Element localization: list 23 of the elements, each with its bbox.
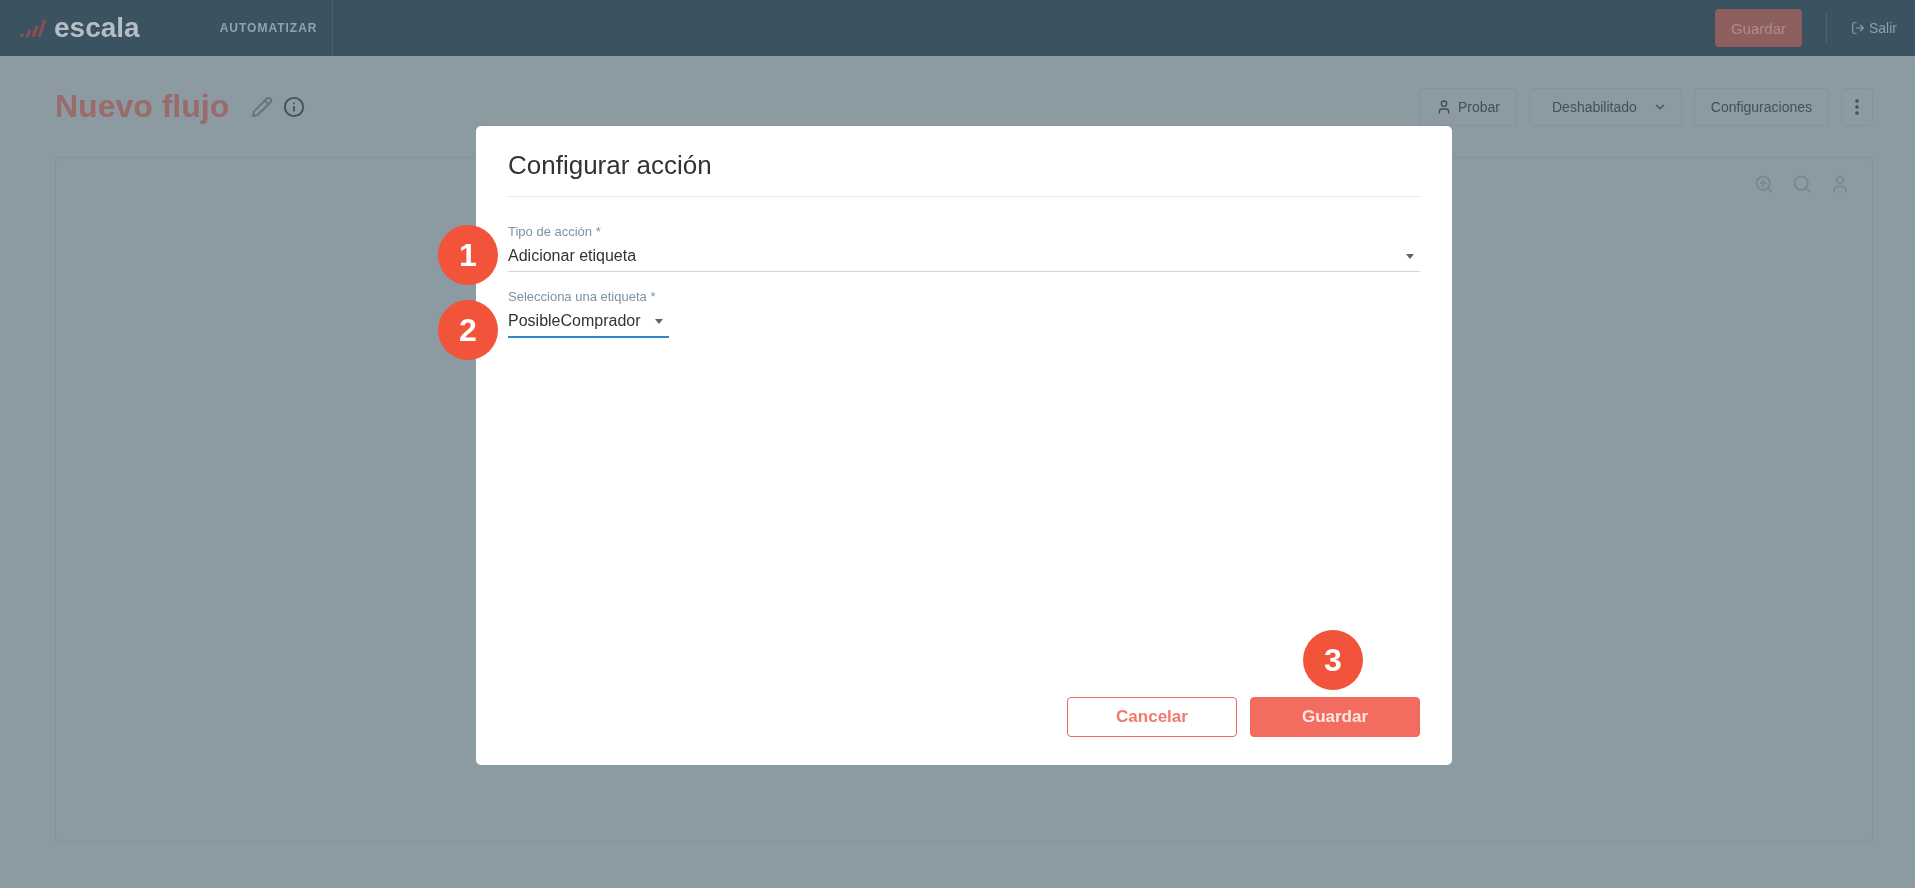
select-field[interactable]: PosibleComprador (508, 308, 669, 338)
caret-icon (654, 318, 663, 324)
logo-bars-icon (18, 17, 48, 39)
nav-tab[interactable]: AUTOMATIZAR (219, 0, 333, 56)
info-icon[interactable] (283, 95, 306, 118)
toolbar-button[interactable]: Configuraciones (1693, 87, 1829, 126)
edit-icon[interactable] (251, 95, 274, 118)
logout-button[interactable]: Salir (1851, 20, 1897, 36)
step-number-badge: 2 (438, 300, 498, 360)
logout-icon (1851, 21, 1865, 35)
toolbar-button[interactable]: Probar (1418, 87, 1517, 126)
save-button[interactable]: Guardar (1250, 697, 1420, 737)
field-label: Tipo de acción * (508, 224, 602, 239)
more-icon (1855, 98, 1859, 115)
more-button[interactable] (1841, 87, 1873, 126)
modal-title: Configurar acción (508, 126, 1420, 197)
status-dropdown[interactable]: Deshabilitado (1529, 87, 1682, 126)
field-label: Selecciona una etiqueta * (508, 289, 657, 304)
caret-icon (1406, 253, 1414, 259)
cancel-button[interactable]: Cancelar (1067, 697, 1237, 737)
logo-text: escala (54, 12, 140, 44)
select-field[interactable]: Adicionar etiqueta (508, 243, 1420, 272)
step-number-badge: 1 (438, 225, 498, 285)
